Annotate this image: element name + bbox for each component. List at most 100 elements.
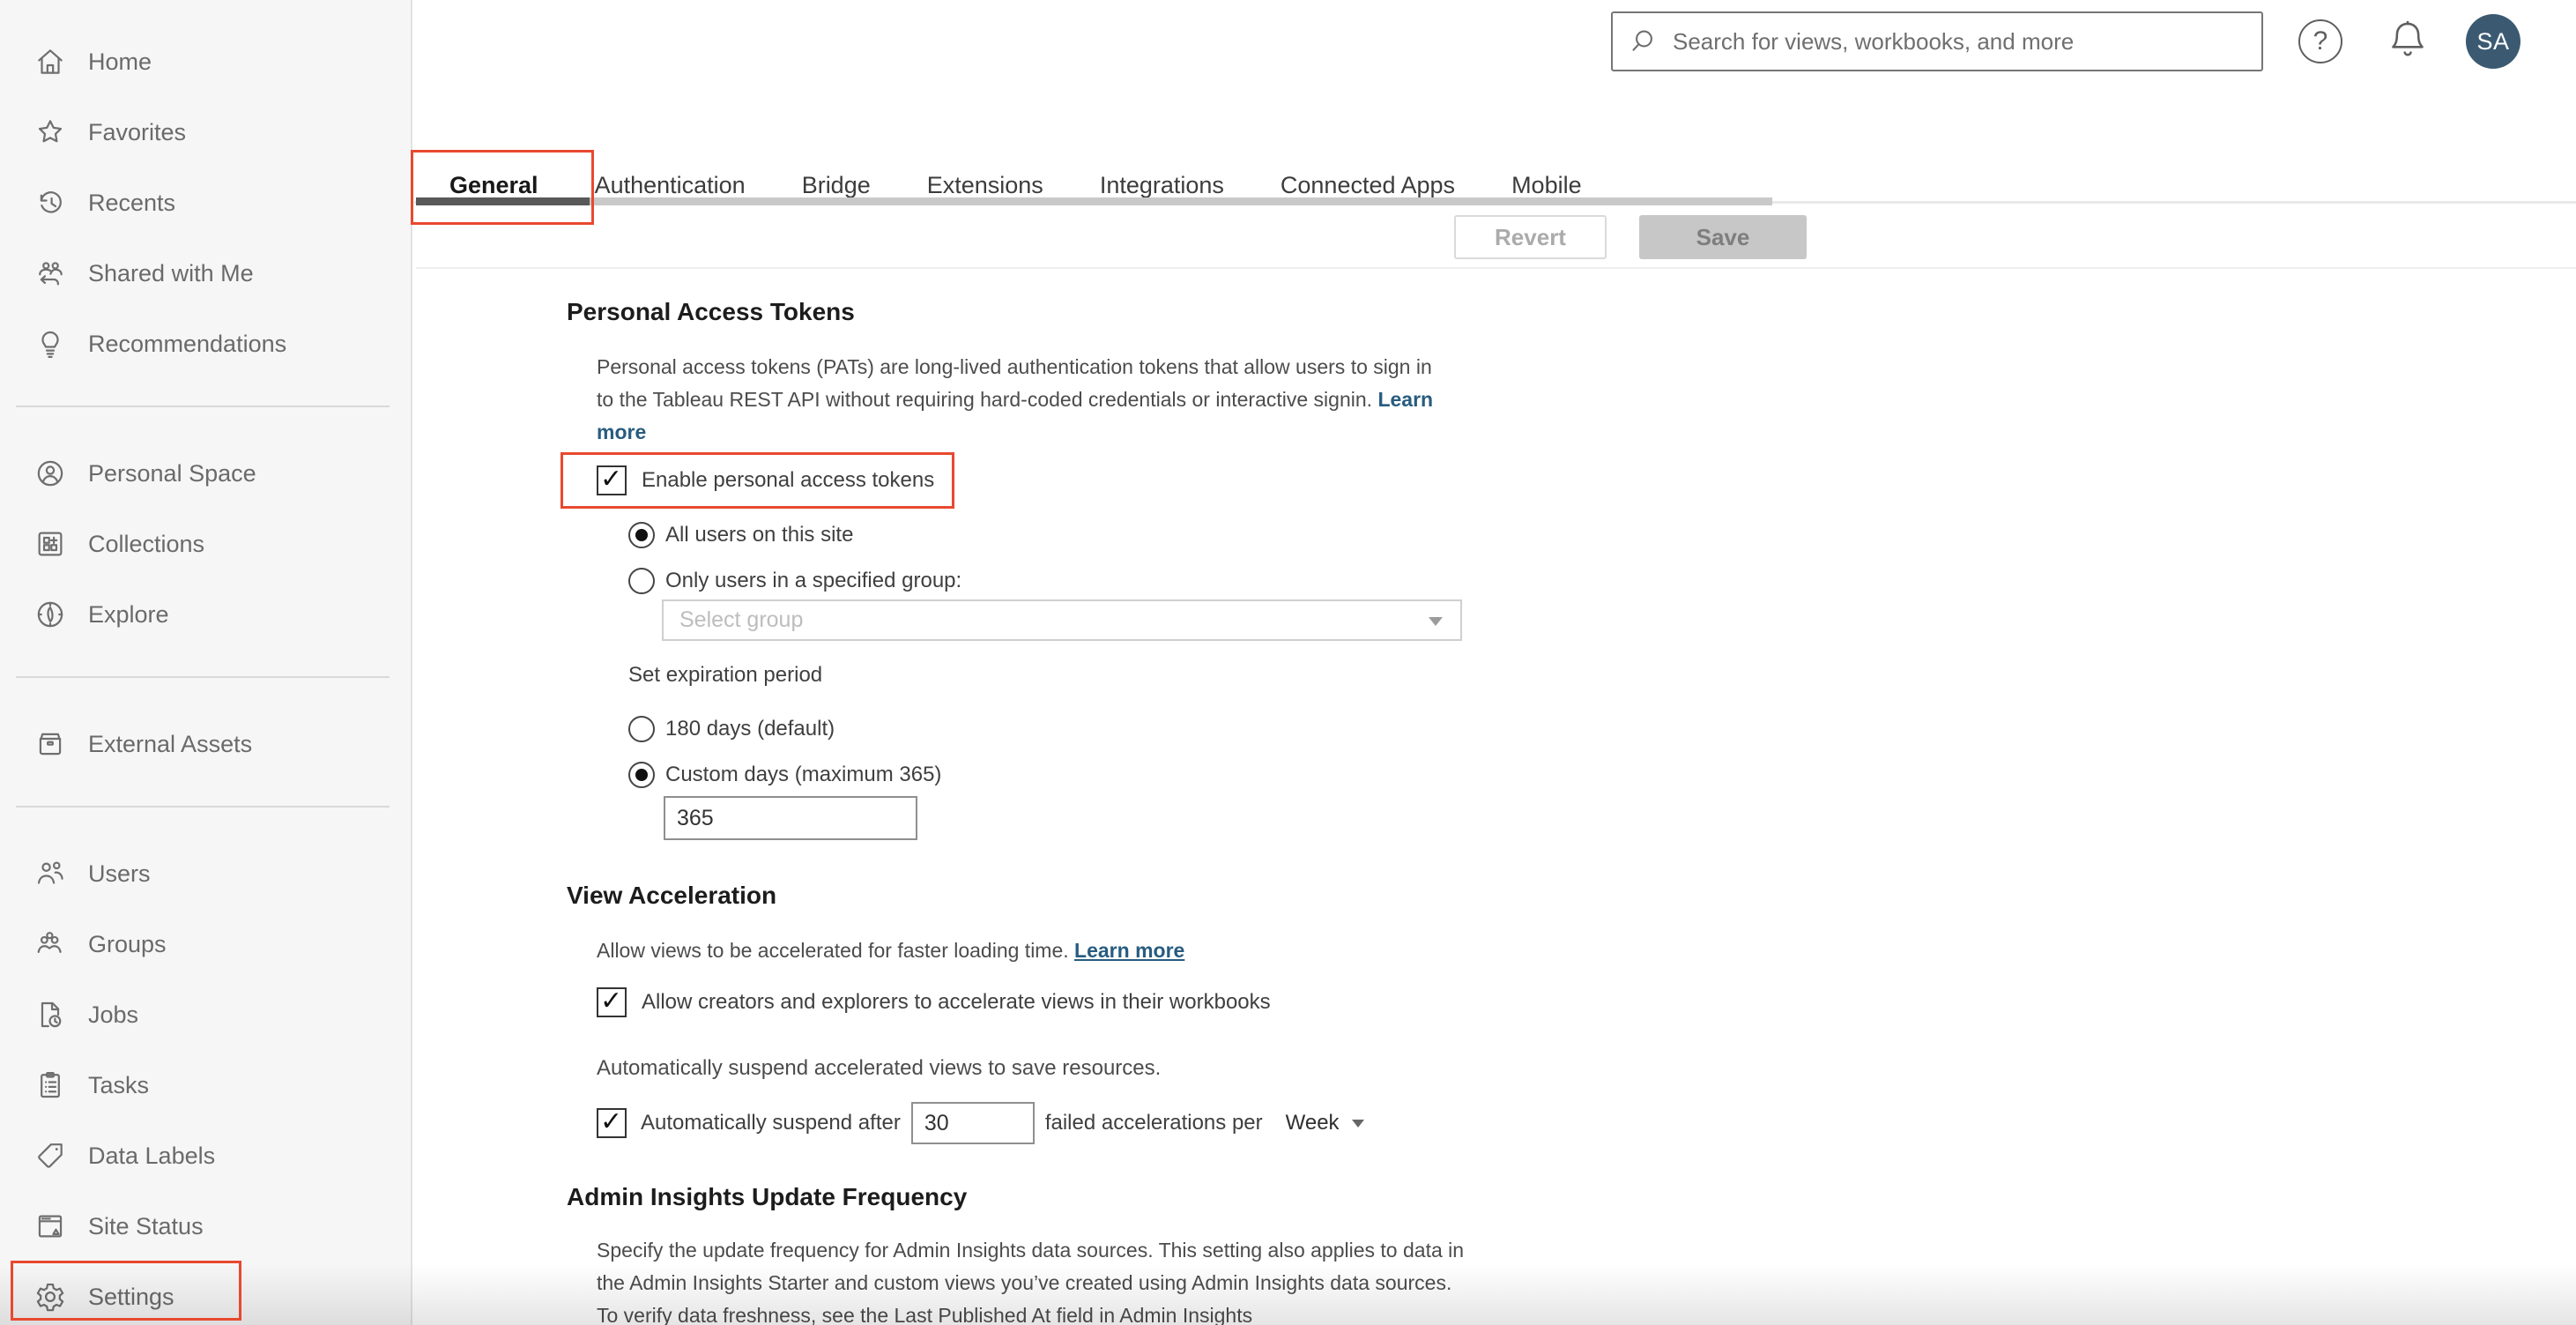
auto-suspend-suffix: failed accelerations per — [1044, 1111, 1263, 1135]
bell-icon — [2383, 20, 2432, 70]
site-status-icon — [33, 1210, 67, 1243]
revert-button[interactable]: Revert — [1454, 215, 1607, 259]
allow-acceleration-label: Allow creators and explorers to accelera… — [642, 990, 1271, 1014]
compass-icon — [33, 598, 67, 631]
sidebar-item-label: Collections — [88, 530, 205, 557]
allow-acceleration-checkbox[interactable] — [597, 986, 627, 1017]
sidebar-item-recents[interactable]: Recents — [0, 167, 411, 238]
suspend-description: Automatically suspend accelerated views … — [597, 1056, 1162, 1080]
document-clock-icon — [33, 998, 67, 1031]
enable-pat-checkbox[interactable] — [597, 464, 627, 495]
star-icon — [33, 115, 67, 149]
sidebar-item-label: Tasks — [88, 1071, 150, 1098]
tab-connected-apps[interactable]: Connected Apps — [1281, 172, 1455, 199]
gear-icon — [33, 1280, 67, 1314]
search-icon — [1627, 26, 1659, 57]
users-icon — [33, 857, 67, 890]
tab-integrations[interactable]: Integrations — [1100, 172, 1224, 199]
view-acceleration-description: Allow views to be accelerated for faster… — [597, 934, 1566, 967]
sidebar-item-home[interactable]: Home — [0, 26, 411, 97]
auto-suspend-checkbox[interactable] — [597, 1106, 627, 1138]
expiry-180-label: 180 days (default) — [665, 717, 835, 741]
tab-general[interactable]: General — [449, 172, 538, 199]
search-input[interactable] — [1671, 26, 2247, 56]
collections-icon — [33, 527, 67, 561]
auto-suspend-row: Automatically suspend after failed accel… — [597, 1102, 1364, 1144]
expiry-custom-label: Custom days (maximum 365) — [665, 763, 942, 786]
custom-days-input[interactable] — [664, 796, 917, 840]
tab-extensions[interactable]: Extensions — [927, 172, 1043, 199]
sidebar-item-label: Site Status — [88, 1212, 204, 1239]
person-circle-icon — [33, 457, 67, 490]
sidebar-item-favorites[interactable]: Favorites — [0, 97, 411, 167]
sidebar-item-label: Home — [88, 48, 152, 75]
shared-with-me-icon — [33, 257, 67, 290]
tab-bar-track — [416, 197, 1772, 205]
toolbar-divider — [416, 267, 2576, 269]
sidebar-item-label: Shared with Me — [88, 259, 254, 287]
search-box — [1611, 11, 2263, 71]
sidebar-item-users[interactable]: Users — [0, 838, 411, 909]
sidebar-item-label: Explore — [88, 600, 169, 628]
chevron-down-icon[interactable] — [1351, 1119, 1364, 1128]
view-acceleration-description-text: Allow views to be accelerated for faster… — [597, 939, 1069, 962]
group-select-placeholder: Select group — [679, 607, 804, 632]
sidebar-divider — [16, 676, 390, 678]
sidebar-item-collections[interactable]: Collections — [0, 509, 411, 579]
specified-group-radio[interactable] — [628, 568, 655, 594]
view-acceleration-title: View Acceleration — [567, 882, 777, 909]
sidebar-item-tasks[interactable]: Tasks — [0, 1050, 411, 1120]
tab-authentication[interactable]: Authentication — [595, 172, 746, 199]
sidebar-item-jobs[interactable]: Jobs — [0, 979, 411, 1050]
question-mark-icon: ? — [2298, 19, 2342, 63]
all-users-radio-row: All users on this site — [628, 522, 853, 548]
sidebar-item-label: Users — [88, 860, 151, 887]
failed-accelerations-input[interactable] — [910, 1102, 1035, 1144]
lightbulb-icon — [33, 327, 67, 361]
history-icon — [33, 186, 67, 220]
sidebar-item-label: Jobs — [88, 1001, 139, 1028]
active-tab-indicator — [416, 197, 590, 205]
sidebar-item-settings[interactable]: Settings — [0, 1262, 411, 1325]
allow-acceleration-row: Allow creators and explorers to accelera… — [597, 986, 1271, 1017]
sidebar-item-label: External Assets — [88, 730, 253, 757]
admin-insights-title: Admin Insights Update Frequency — [567, 1183, 968, 1210]
sidebar-item-recommendations[interactable]: Recommendations — [0, 309, 411, 379]
notifications-button[interactable] — [2383, 17, 2431, 64]
expiration-period-label: Set expiration period — [628, 663, 823, 687]
groups-icon — [33, 927, 67, 961]
group-select[interactable]: Select group — [662, 599, 1462, 641]
sidebar-item-shared-with-me[interactable]: Shared with Me — [0, 238, 411, 309]
sidebar-item-site-status[interactable]: Site Status — [0, 1191, 411, 1262]
all-users-label: All users on this site — [665, 523, 854, 547]
sidebar-divider — [16, 406, 390, 407]
pat-description: Personal access tokens (PATs) are long-l… — [597, 351, 1443, 449]
sidebar-item-label: Personal Space — [88, 459, 256, 487]
sidebar-item-groups[interactable]: Groups — [0, 909, 411, 979]
expiry-custom-radio[interactable] — [628, 762, 655, 788]
specified-group-label: Only users in a specified group: — [665, 569, 962, 592]
sidebar-item-label: Settings — [88, 1283, 174, 1310]
sidebar-item-label: Groups — [88, 930, 167, 957]
sidebar-item-label: Favorites — [88, 118, 187, 145]
expiry-custom-radio-row: Custom days (maximum 365) — [628, 762, 941, 788]
suspend-period-select[interactable]: Week — [1286, 1111, 1340, 1135]
pat-description-text: Personal access tokens (PATs) are long-l… — [597, 355, 1432, 411]
tab-mobile[interactable]: Mobile — [1511, 172, 1582, 199]
expiry-180-radio[interactable] — [628, 716, 655, 742]
sidebar-item-personal-space[interactable]: Personal Space — [0, 438, 411, 509]
auto-suspend-prefix: Automatically suspend after — [641, 1111, 901, 1135]
clipboard-icon — [33, 1068, 67, 1102]
sidebar-item-external-assets[interactable]: External Assets — [0, 709, 411, 779]
sidebar-item-explore[interactable]: Explore — [0, 579, 411, 650]
view-acceleration-learn-more-link[interactable]: Learn more — [1074, 939, 1184, 962]
settings-tab-bar: General Authentication Bridge Extensions… — [449, 150, 1582, 199]
enable-pat-label: Enable personal access tokens — [642, 468, 935, 492]
all-users-radio[interactable] — [628, 522, 655, 548]
archive-icon — [33, 727, 67, 761]
save-button[interactable]: Save — [1639, 215, 1807, 259]
sidebar-item-data-labels[interactable]: Data Labels — [0, 1120, 411, 1191]
help-button[interactable]: ? — [2297, 18, 2344, 65]
avatar[interactable]: SA — [2466, 14, 2520, 69]
tab-bridge[interactable]: Bridge — [802, 172, 871, 199]
